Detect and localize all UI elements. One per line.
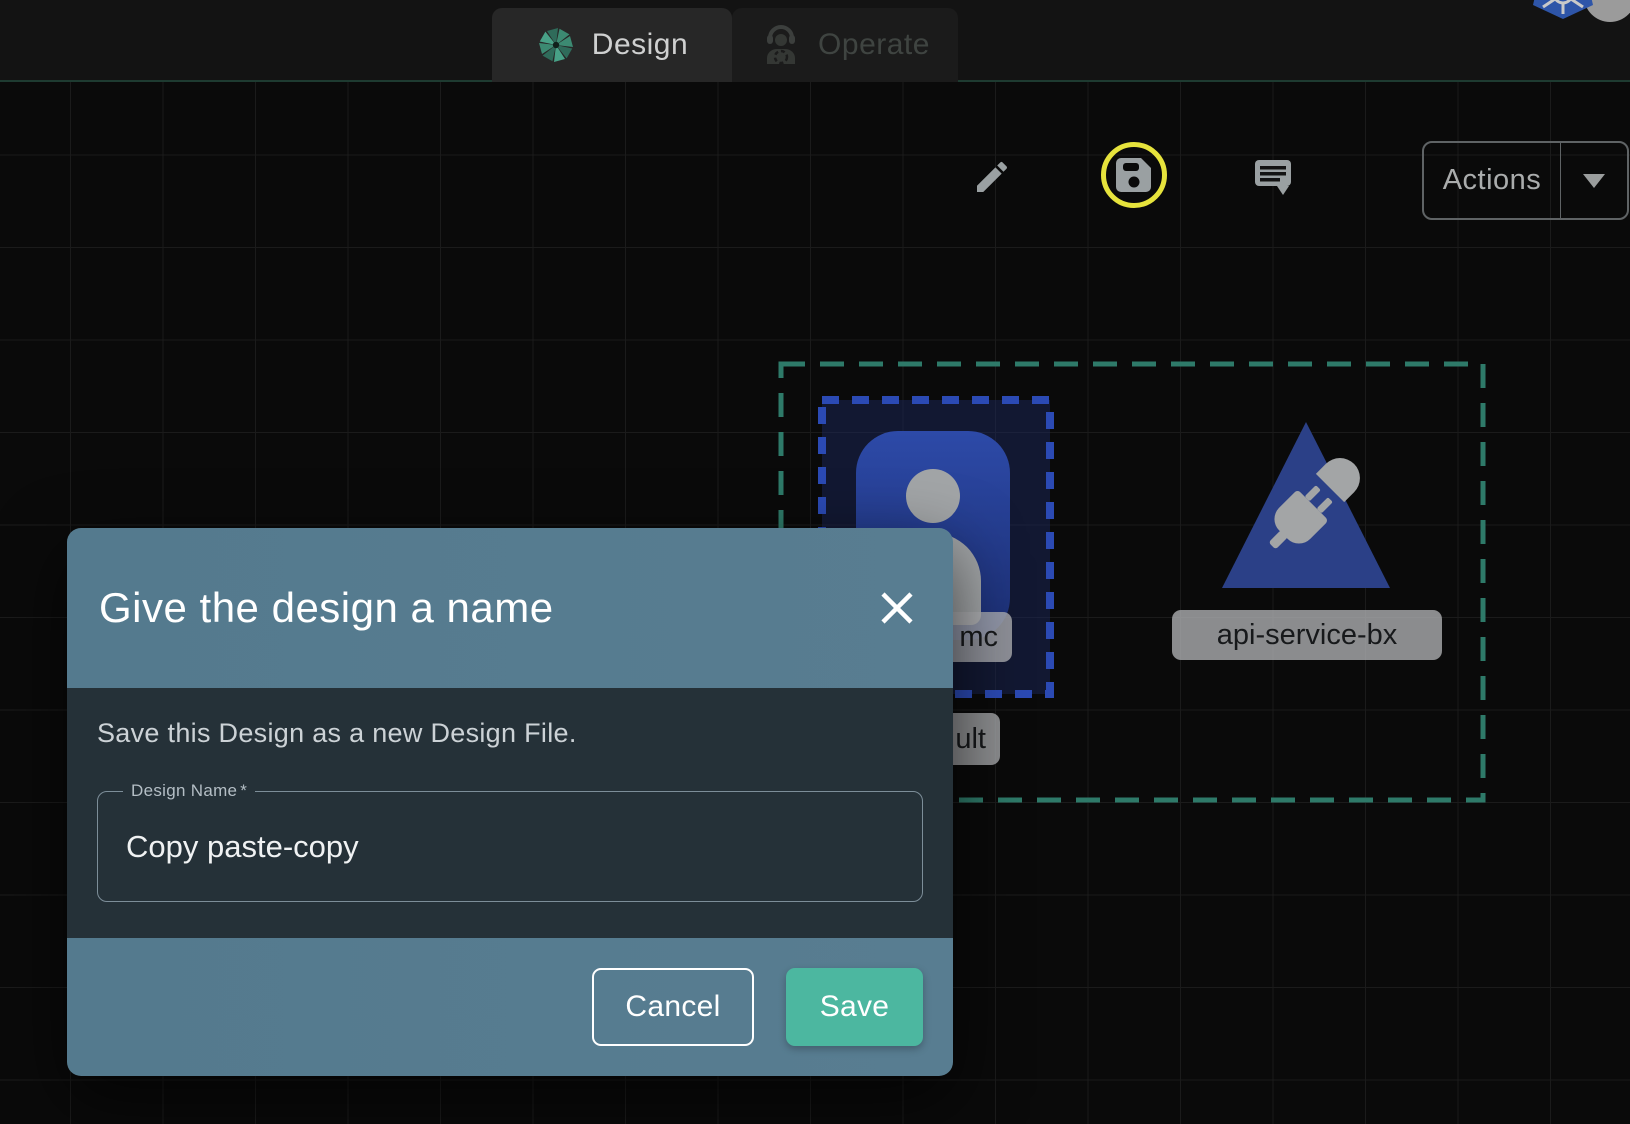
required-marker: * xyxy=(240,781,247,800)
design-name-field-wrap: Design Name* xyxy=(97,791,923,902)
operator-headset-icon xyxy=(760,24,802,66)
person-icon xyxy=(906,469,960,523)
node-label-api-service[interactable]: api-service-bx xyxy=(1172,610,1442,660)
dialog-description: Save this Design as a new Design File. xyxy=(97,688,923,749)
context-badge[interactable] xyxy=(1525,0,1630,30)
top-navigation-bar: Design Operate xyxy=(0,0,1630,82)
meshery-logo-icon xyxy=(536,25,576,65)
comment-icon[interactable] xyxy=(1253,156,1293,196)
save-icon[interactable] xyxy=(1116,157,1152,193)
chevron-down-icon xyxy=(1583,174,1605,188)
tab-operate-label: Operate xyxy=(818,28,930,62)
actions-button[interactable]: Actions xyxy=(1422,141,1629,220)
tab-design-label: Design xyxy=(592,28,688,62)
app-window: mc ult api-service-bx xyxy=(0,0,1630,1124)
design-name-label: Design Name* xyxy=(123,781,255,801)
api-service-node[interactable] xyxy=(1220,420,1392,590)
actions-dropdown-toggle[interactable] xyxy=(1561,143,1627,218)
dialog-header: Give the design a name xyxy=(67,528,953,688)
dialog-body: Save this Design as a new Design File. D… xyxy=(67,688,953,938)
save-button[interactable]: Save xyxy=(786,968,923,1046)
dialog-title: Give the design a name xyxy=(99,584,554,632)
actions-button-label[interactable]: Actions xyxy=(1424,143,1560,218)
cancel-button[interactable]: Cancel xyxy=(592,968,754,1046)
close-button[interactable] xyxy=(873,584,921,632)
tab-operate[interactable]: Operate xyxy=(732,8,958,82)
tab-design[interactable]: Design xyxy=(492,8,732,82)
close-icon xyxy=(877,588,917,628)
design-name-input[interactable] xyxy=(97,791,923,902)
save-design-dialog: Give the design a name Save this Design … xyxy=(67,528,953,1076)
edit-icon[interactable] xyxy=(972,157,1012,197)
kubernetes-icon xyxy=(1533,0,1593,19)
dialog-footer: Cancel Save xyxy=(67,938,953,1076)
